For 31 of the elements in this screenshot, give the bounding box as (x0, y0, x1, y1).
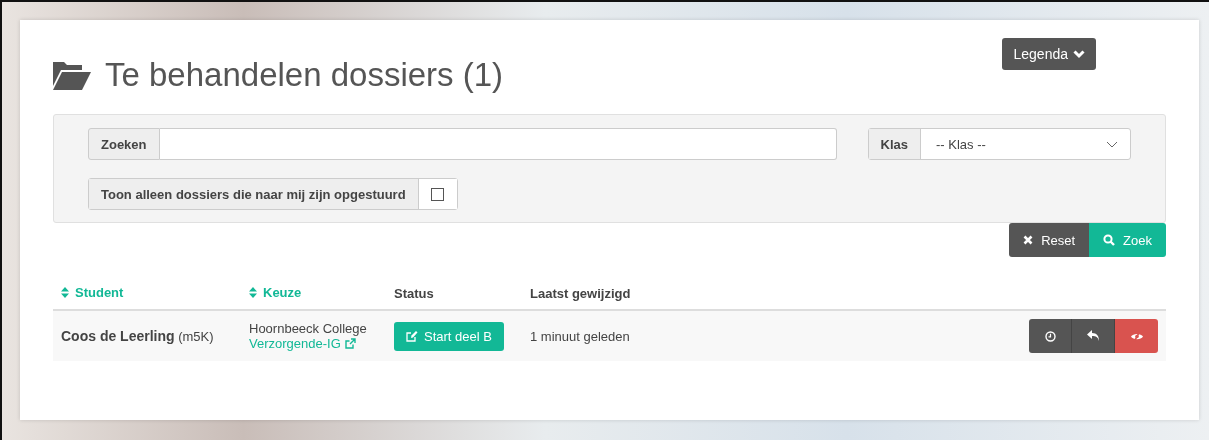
column-header[interactable]: Keuze (263, 285, 302, 300)
close-icon (1023, 235, 1034, 245)
reset-button[interactable]: Reset (1009, 223, 1090, 257)
column-header[interactable]: Student (75, 285, 124, 300)
page-title: Te behandelen dossiers (1) (105, 56, 504, 94)
start-part-button[interactable]: Start deel B (394, 321, 504, 351)
checkbox-label: Toon alleen dossiers die naar mij zijn opgestuurd (89, 179, 419, 209)
class-dropdown[interactable]: Klas -- Klas -- (867, 128, 1131, 160)
clock-icon (1044, 330, 1056, 342)
search-label: Zoeken (88, 128, 160, 160)
column-header: Status (394, 285, 434, 301)
column-header: Laatst gewijzigd (530, 285, 631, 301)
reply-icon (1086, 330, 1100, 342)
search-field[interactable] (159, 128, 837, 160)
checkbox[interactable] (431, 187, 445, 201)
sort-icon (61, 287, 69, 298)
reply-button[interactable] (1072, 319, 1115, 353)
school-name: Hoornbeeck College (249, 321, 368, 336)
edit-icon (406, 330, 418, 342)
external-link-icon (344, 338, 356, 349)
history-button[interactable] (1029, 319, 1072, 353)
folder-icon (53, 60, 91, 90)
search-button[interactable]: Zoek (1089, 223, 1166, 257)
search-icon (1103, 234, 1116, 246)
student-name: Coos de Leerling (m5K) (61, 329, 214, 344)
sort-icon (249, 287, 257, 298)
modified-time: 1 minuut geleden (530, 328, 630, 344)
legend-button[interactable]: Legenda (1002, 38, 1096, 70)
chevron-down-icon (1073, 49, 1085, 59)
choice-link[interactable]: Verzorgende-IG (249, 336, 356, 351)
chevron-down-icon (1106, 140, 1118, 148)
